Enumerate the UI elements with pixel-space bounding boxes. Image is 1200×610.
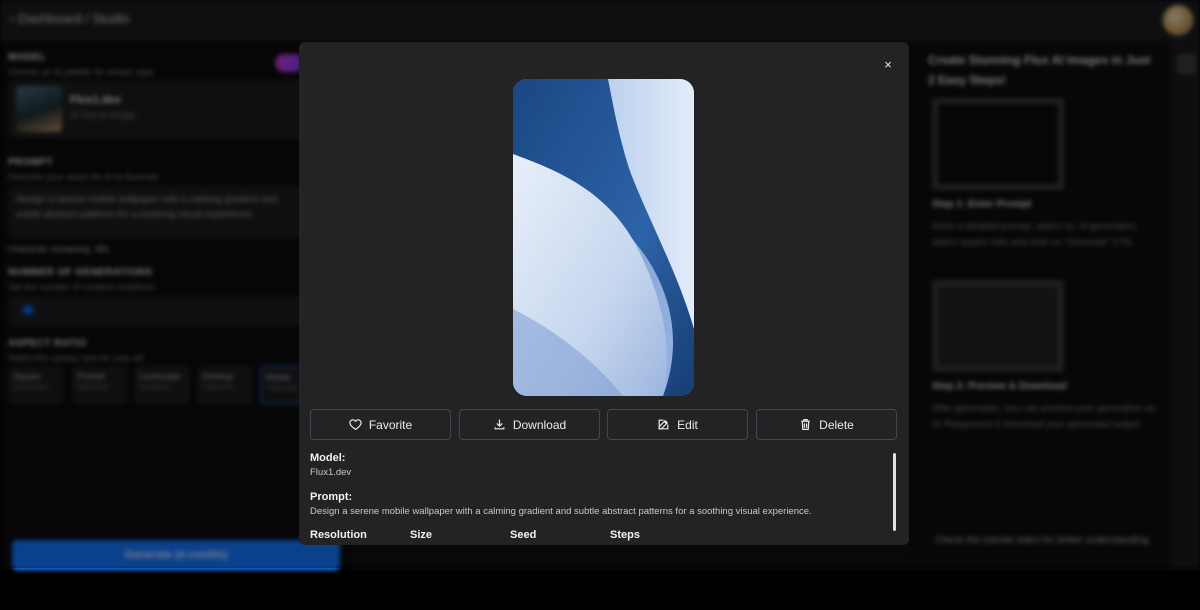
model-label: Model:: [310, 452, 346, 464]
download-label: Download: [512, 417, 567, 432]
download-button[interactable]: Download: [459, 409, 600, 440]
generated-image: [513, 79, 694, 396]
download-icon: [494, 419, 505, 430]
details-scrollbar[interactable]: [893, 453, 896, 531]
steps-label: Steps: [610, 529, 640, 541]
edit-button[interactable]: Edit: [607, 409, 748, 440]
seed-label: Seed: [510, 529, 537, 541]
size-label: Size: [410, 529, 433, 541]
prompt-value: Design a serene mobile wallpaper with a …: [310, 506, 812, 517]
close-icon[interactable]: ×: [878, 55, 898, 75]
heart-icon: [349, 419, 362, 431]
edit-icon: [658, 419, 669, 430]
delete-button[interactable]: Delete: [756, 409, 897, 440]
prompt-label: Prompt:: [310, 491, 353, 503]
wallpaper-image: [513, 79, 694, 396]
image-preview-modal: × Favorite Download Edit Delete Model: F…: [299, 42, 909, 545]
trash-icon: [801, 419, 810, 430]
model-value: Flux1.dev: [310, 467, 352, 478]
resolution-label: Resolution: [310, 529, 367, 541]
action-bar: Favorite Download Edit Delete: [310, 409, 898, 440]
favorite-button[interactable]: Favorite: [310, 409, 451, 440]
image-details: Model: Flux1.dev Prompt: Design a serene…: [310, 452, 880, 545]
favorite-label: Favorite: [368, 417, 413, 432]
edit-label: Edit: [677, 417, 698, 432]
delete-label: Delete: [819, 417, 854, 432]
